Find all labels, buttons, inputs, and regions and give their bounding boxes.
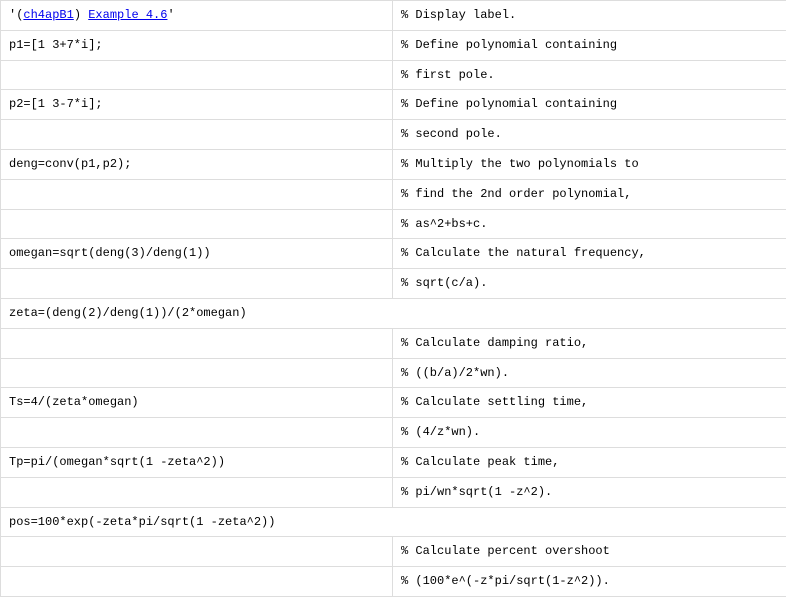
comment-cell: % pi/wn*sqrt(1 -z^2).: [393, 477, 786, 507]
table-row: % ((b/a)/2*wn).: [1, 358, 786, 388]
comment-cell: % Calculate damping ratio,: [393, 328, 786, 358]
table-row: % second pole.: [1, 120, 786, 150]
comment-cell: % find the 2nd order polynomial,: [393, 179, 786, 209]
code-cell: Tp=pi/(omegan*sqrt(1 -zeta^2)): [1, 447, 393, 477]
comment-cell: % second pole.: [393, 120, 786, 150]
code-cell: [1, 567, 393, 597]
comment-cell: % ((b/a)/2*wn).: [393, 358, 786, 388]
table-row: p1=[1 3+7*i];% Define polynomial contain…: [1, 30, 786, 60]
comment-cell: % (100*e^(-z*pi/sqrt(1-z^2)).: [393, 567, 786, 597]
table-row: Tp=pi/(omegan*sqrt(1 -zeta^2))% Calculat…: [1, 447, 786, 477]
comment-cell: % sqrt(c/a).: [393, 269, 786, 299]
code-cell: [1, 328, 393, 358]
code-cell: p1=[1 3+7*i];: [1, 30, 393, 60]
comment-cell: % Calculate the natural frequency,: [393, 239, 786, 269]
table-row: omegan=sqrt(deng(3)/deng(1))% Calculate …: [1, 239, 786, 269]
code-cell: [1, 60, 393, 90]
code-cell: Ts=4/(zeta*omegan): [1, 388, 393, 418]
table-row: % Calculate percent overshoot: [1, 537, 786, 567]
table-row: % (4/z*wn).: [1, 418, 786, 448]
comment-cell: % Display label.: [393, 1, 786, 31]
code-cell: [1, 418, 393, 448]
table-row: % sqrt(c/a).: [1, 269, 786, 299]
code-cell: [1, 120, 393, 150]
table-row: % as^2+bs+c.: [1, 209, 786, 239]
code-cell: [1, 358, 393, 388]
code-cell: [1, 269, 393, 299]
table-row: % Calculate damping ratio,: [1, 328, 786, 358]
table-row: p2=[1 3-7*i];% Define polynomial contain…: [1, 90, 786, 120]
code-cell: '(ch4apB1) Example 4.6': [1, 1, 393, 31]
code-cell: [1, 477, 393, 507]
table-row: deng=conv(p1,p2);% Multiply the two poly…: [1, 149, 786, 179]
code-cell: [1, 179, 393, 209]
link-example-4-6[interactable]: Example 4.6: [88, 8, 167, 22]
code-table: '(ch4apB1) Example 4.6' % Display label.…: [0, 0, 786, 597]
code-cell: deng=conv(p1,p2);: [1, 149, 393, 179]
table-row: % (100*e^(-z*pi/sqrt(1-z^2)).: [1, 567, 786, 597]
comment-cell: % as^2+bs+c.: [393, 209, 786, 239]
table-row: zeta=(deng(2)/deng(1))/(2*omegan): [1, 298, 786, 328]
code-cell-span: zeta=(deng(2)/deng(1))/(2*omegan): [1, 298, 786, 328]
comment-cell: % Define polynomial containing: [393, 30, 786, 60]
code-cell-span: pos=100*exp(-zeta*pi/sqrt(1 -zeta^2)): [1, 507, 786, 537]
code-cell: [1, 209, 393, 239]
code-cell: p2=[1 3-7*i];: [1, 90, 393, 120]
table-row: % find the 2nd order polynomial,: [1, 179, 786, 209]
comment-cell: % first pole.: [393, 60, 786, 90]
code-cell: omegan=sqrt(deng(3)/deng(1)): [1, 239, 393, 269]
table-row: % pi/wn*sqrt(1 -z^2).: [1, 477, 786, 507]
table-row: '(ch4apB1) Example 4.6' % Display label.: [1, 1, 786, 31]
table-row: pos=100*exp(-zeta*pi/sqrt(1 -zeta^2)): [1, 507, 786, 537]
comment-cell: % Define polynomial containing: [393, 90, 786, 120]
table-row: Ts=4/(zeta*omegan)% Calculate settling t…: [1, 388, 786, 418]
link-ch4apB1[interactable]: ch4apB1: [23, 8, 73, 22]
comment-cell: % Calculate settling time,: [393, 388, 786, 418]
comment-cell: % Multiply the two polynomials to: [393, 149, 786, 179]
comment-cell: % Calculate percent overshoot: [393, 537, 786, 567]
comment-cell: % (4/z*wn).: [393, 418, 786, 448]
comment-cell: % Calculate peak time,: [393, 447, 786, 477]
table-row: % first pole.: [1, 60, 786, 90]
code-cell: [1, 537, 393, 567]
